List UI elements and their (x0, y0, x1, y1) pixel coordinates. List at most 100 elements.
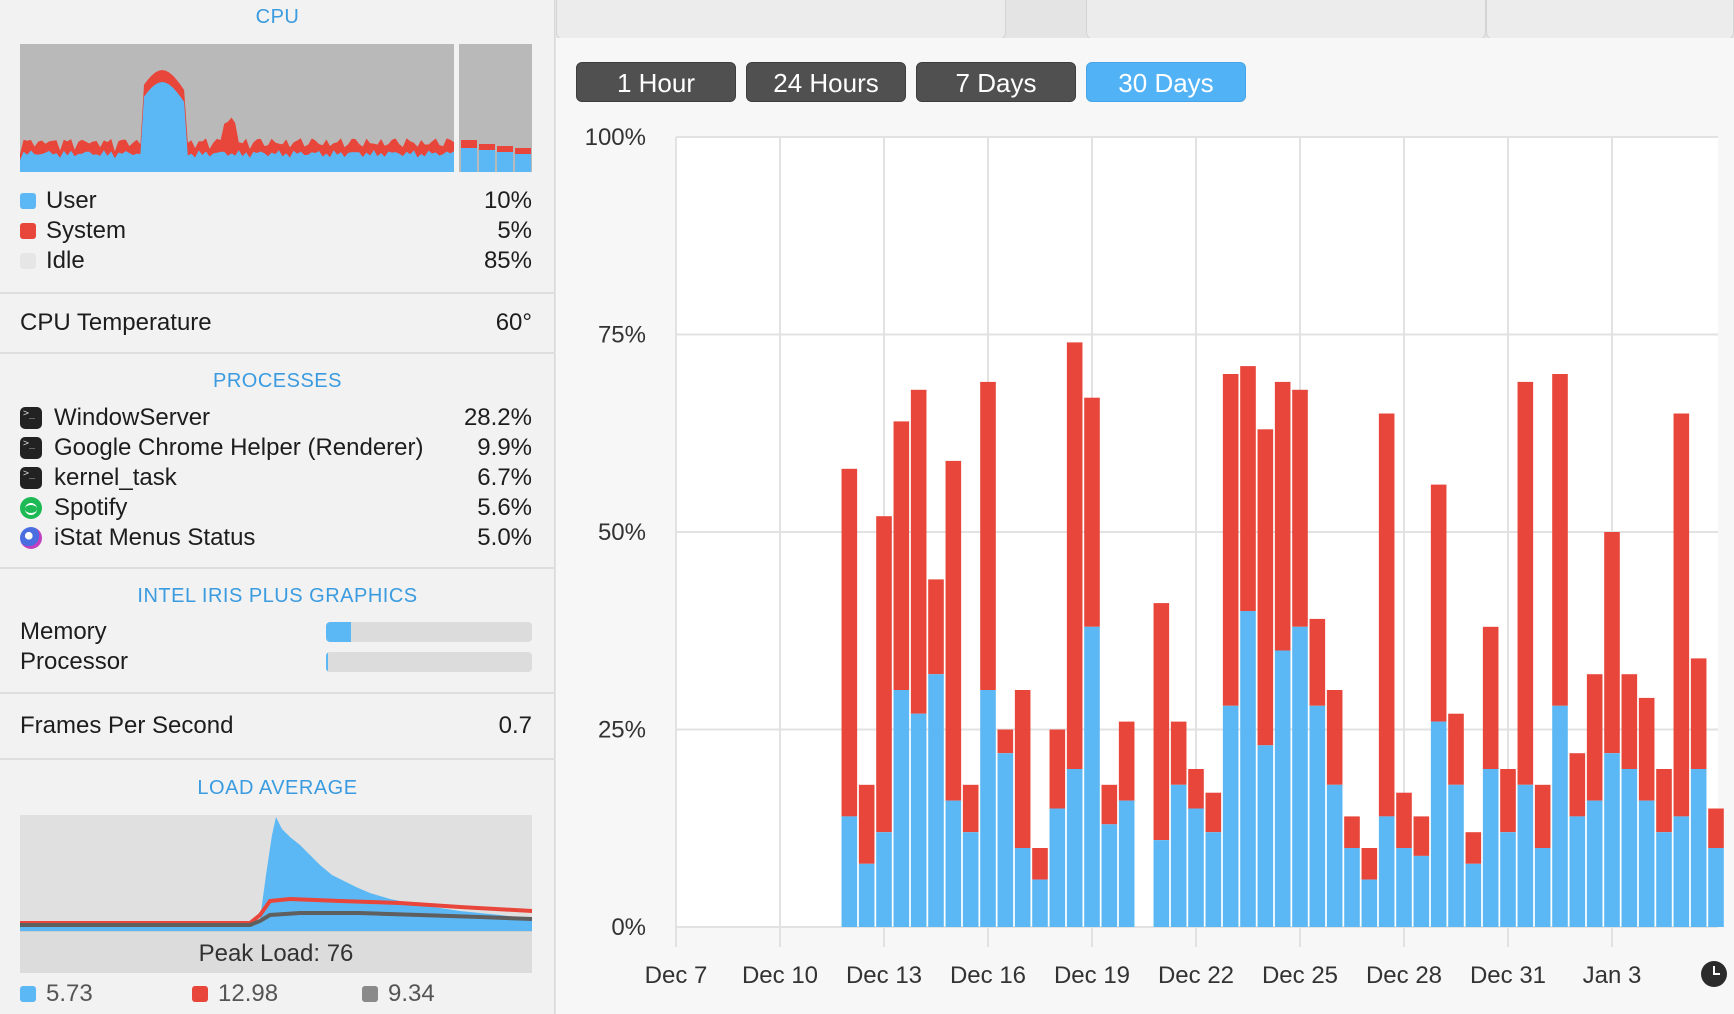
load-legend-15min: 9.34 (362, 980, 435, 1008)
load-legend-1min: 5.73 (20, 980, 93, 1008)
process-row[interactable]: iStat Menus Status 5.0% (20, 523, 532, 553)
process-row[interactable]: kernel_task 6.7% (20, 463, 532, 493)
divider (0, 567, 555, 569)
system-bar (1448, 713, 1464, 785)
user-bar (962, 832, 979, 927)
user-bar (1448, 784, 1464, 927)
user-bar (928, 674, 944, 927)
system-bar (1656, 769, 1672, 833)
terminal-icon (20, 407, 42, 429)
process-row[interactable]: Google Chrome Helper (Renderer) 9.9% (20, 433, 532, 463)
user-bar (858, 863, 875, 927)
y-tick-label: 75% (598, 322, 646, 349)
cpu-history-window: 1 Hour 24 Hours 7 Days 30 Days 0% 25% 50% 7… (556, 38, 1734, 1014)
gpu-processor-bar-fill (326, 652, 329, 672)
x-tick-label: Dec 7 (645, 962, 708, 989)
y-tick-label: 100% (585, 124, 646, 151)
user-bar (1534, 848, 1551, 927)
system-bar (1153, 603, 1170, 841)
clock-icon[interactable] (1701, 961, 1727, 987)
system-bar (1084, 397, 1100, 627)
user-bar (1482, 769, 1499, 927)
divider (0, 292, 555, 294)
cpu-idle-value: 85% (483, 247, 532, 274)
cpu-idle-row: Idle 85% (20, 246, 532, 276)
load-15min-swatch (362, 986, 378, 1002)
cpu-user-area (20, 82, 454, 172)
cpu-temperature-label: CPU Temperature (20, 309, 212, 336)
gpu-memory-bar (326, 622, 532, 642)
user-bar (1378, 816, 1395, 927)
user-bar (910, 713, 927, 927)
process-row[interactable]: Spotify 5.6% (20, 493, 532, 523)
system-bar (928, 579, 944, 675)
divider (0, 692, 555, 694)
user-bar (1517, 784, 1534, 927)
user-bar (945, 800, 962, 927)
user-bar (1673, 816, 1690, 927)
process-row[interactable]: WindowServer 28.2% (20, 403, 532, 433)
load-5min-swatch (192, 986, 208, 1002)
load-15min-value: 9.34 (388, 980, 435, 1007)
system-bar (1361, 848, 1378, 880)
x-tick-label: Dec 10 (742, 962, 818, 989)
user-bar (1309, 705, 1326, 927)
system-bar (1465, 832, 1482, 864)
user-bar (1586, 800, 1603, 927)
user-bar (1708, 848, 1724, 927)
load-5min-value: 12.98 (218, 980, 279, 1007)
process-name: iStat Menus Status (54, 524, 256, 551)
system-bar (1517, 381, 1534, 785)
x-tick-label: Dec 31 (1470, 962, 1546, 989)
spotify-icon (20, 497, 42, 519)
user-bar (1101, 824, 1118, 927)
system-bar (1222, 374, 1239, 706)
process-value: 28.2% (463, 404, 532, 431)
user-bar (1656, 832, 1672, 927)
user-bar (1257, 745, 1274, 927)
background-window-tab (556, 0, 1006, 40)
system-bar (910, 389, 927, 714)
y-tick-label: 0% (611, 914, 646, 941)
core-bar-system (515, 148, 531, 154)
y-tick-label: 25% (598, 717, 646, 744)
process-value: 9.9% (477, 434, 532, 461)
peak-load-text: Peak Load: 76 (198, 940, 354, 967)
user-bar (1240, 611, 1256, 927)
system-bar (1205, 792, 1222, 833)
process-value: 5.6% (477, 494, 532, 521)
gpu-processor-row: Processor (20, 647, 320, 677)
system-bar (1708, 808, 1724, 848)
cpu-temperature-value: 60° (495, 309, 532, 336)
user-bar (1326, 784, 1343, 927)
process-name: WindowServer (54, 404, 211, 431)
processes-section-title: PROCESSES (213, 370, 342, 392)
cpu-system-label: System (46, 217, 127, 244)
system-bar (1292, 389, 1308, 627)
system-bar (1413, 816, 1430, 856)
user-bar (1049, 808, 1066, 927)
system-bar (1690, 658, 1707, 769)
system-bar (1274, 381, 1291, 651)
user-bar (1170, 784, 1187, 927)
cpu-user-label: User (46, 187, 97, 214)
user-bar (980, 690, 996, 927)
user-swatch (20, 193, 36, 209)
idle-swatch (20, 253, 36, 269)
cpu-system-row: System 5% (20, 216, 532, 246)
core-bar (515, 154, 531, 172)
cpu-temperature-row: CPU Temperature 60° (20, 308, 532, 338)
system-bar (1552, 374, 1568, 706)
core-bar (479, 150, 495, 172)
load-1min-value: 5.73 (46, 980, 93, 1007)
x-tick-label: Jan 3 (1583, 962, 1642, 989)
system-bar (997, 729, 1014, 754)
x-tick-label: Dec 22 (1158, 962, 1234, 989)
system-bar (893, 421, 910, 690)
fps-value: 0.7 (498, 712, 532, 739)
x-tick-label: Dec 16 (950, 962, 1026, 989)
system-bar (962, 784, 979, 833)
system-bar (1066, 342, 1083, 769)
system-bar (1430, 484, 1447, 722)
user-bar (1274, 650, 1291, 927)
